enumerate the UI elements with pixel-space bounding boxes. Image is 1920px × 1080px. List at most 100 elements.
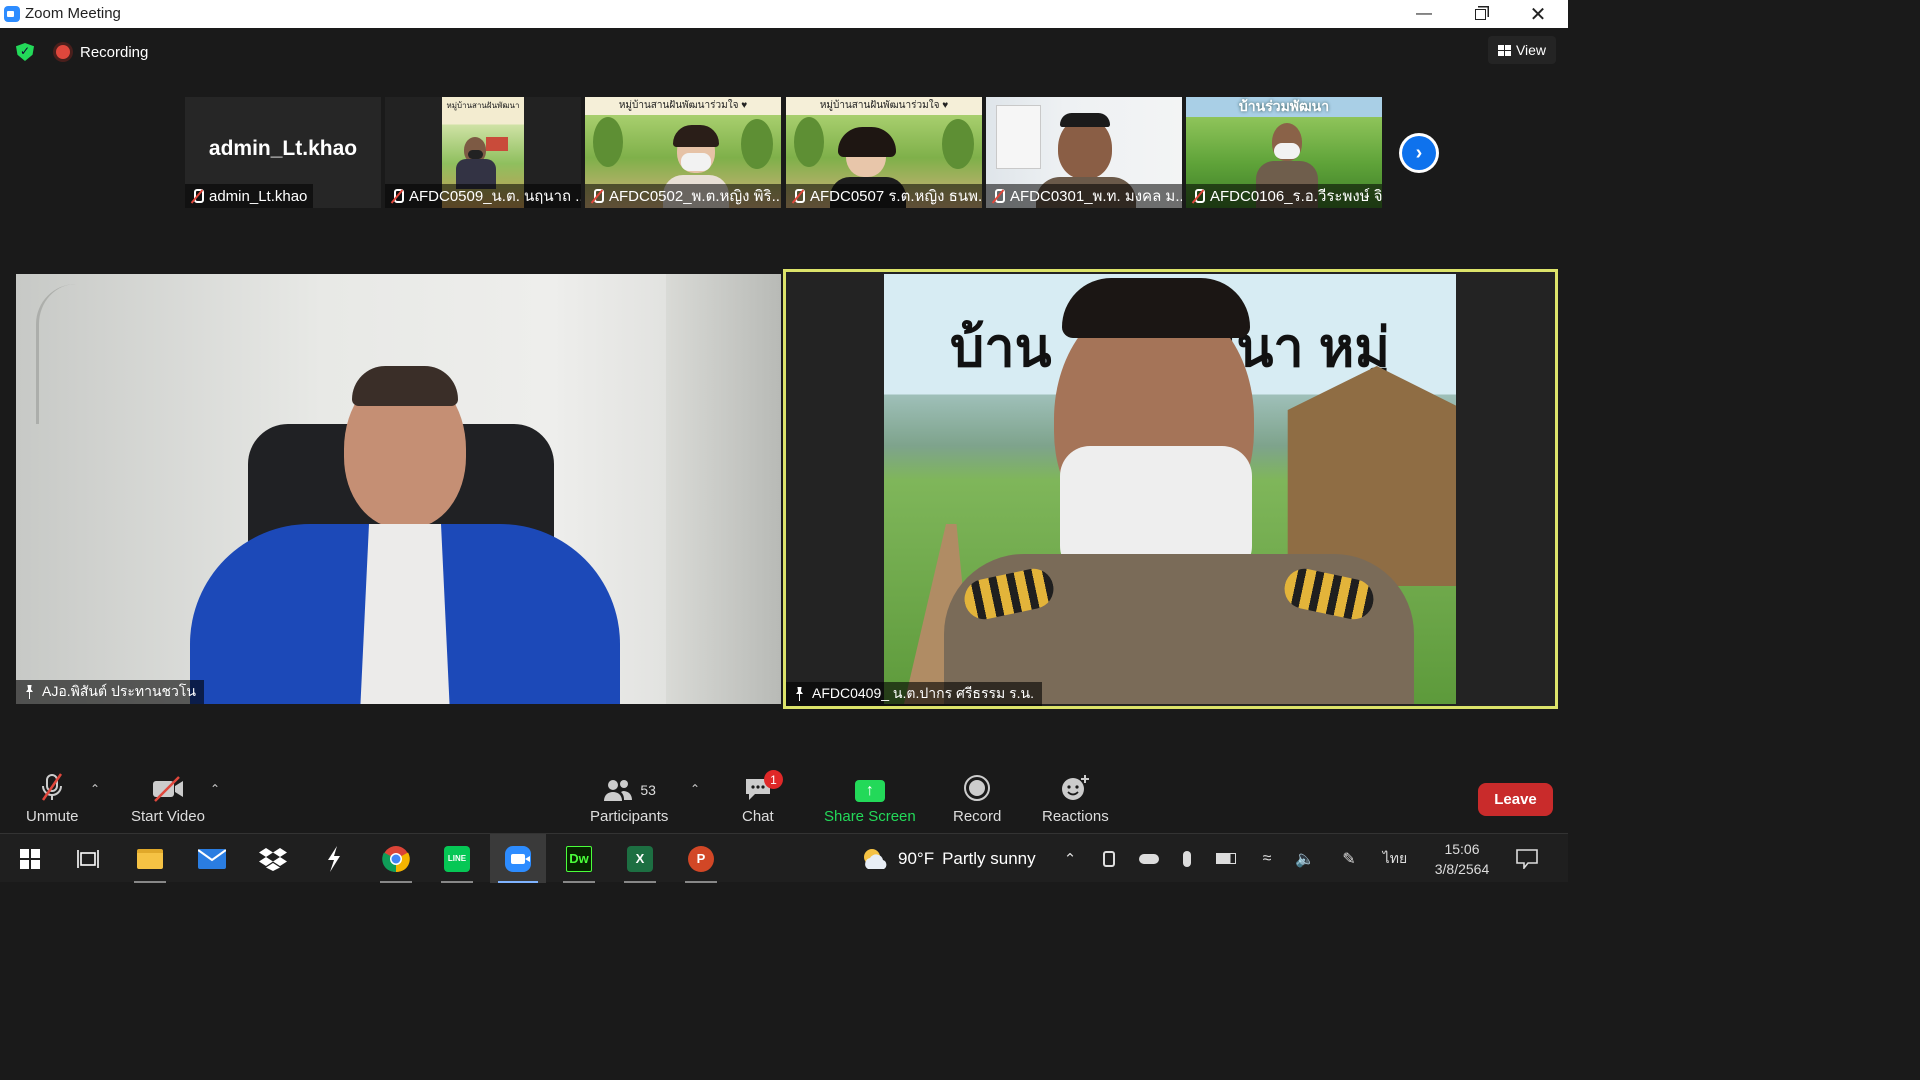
record-icon [963, 772, 991, 802]
input-language-label: ไทย [1382, 849, 1408, 866]
onedrive-cloud-icon [1139, 853, 1159, 864]
dreamweaver-button[interactable]: Dw [551, 834, 607, 883]
muted-mic-icon [391, 189, 404, 203]
clock-date: 3/8/2564 [1434, 860, 1490, 877]
powerpoint-button[interactable]: P [673, 834, 729, 883]
pin-icon [24, 685, 34, 699]
participant-thumbnail[interactable]: หมู่บ้านสานฝันพัฒนาร่วมใจ ♥ AFDC0502_พ.ต… [585, 97, 781, 208]
title-bar: Zoom Meeting — ✕ [0, 0, 1568, 28]
app-s-icon [328, 845, 340, 872]
next-page-button[interactable]: › [1399, 133, 1439, 173]
muted-mic-icon [37, 772, 67, 802]
volume-button[interactable]: 🔈 [1292, 834, 1318, 883]
weather-description: Partly sunny [942, 848, 1036, 868]
participants-options-caret[interactable]: ⌃ [690, 782, 700, 796]
participant-name-label: AFDC0106_ร.อ.วีระพงษ์ จิ... [1186, 184, 1382, 208]
dropbox-button[interactable] [245, 834, 301, 883]
clock-time: 15:06 [1444, 840, 1480, 857]
chevron-right-icon: › [1402, 136, 1436, 170]
video-options-caret[interactable]: ⌃ [210, 782, 220, 796]
camera-tray-button[interactable] [1096, 834, 1122, 883]
weather-widget[interactable]: 90°F Partly sunny [860, 834, 1045, 883]
restore-icon [1474, 8, 1486, 20]
task-view-button[interactable] [60, 834, 116, 883]
wifi-button[interactable]: ≈ [1254, 834, 1280, 883]
unmute-button[interactable]: Unmute [26, 772, 79, 825]
main-video-right-active-speaker[interactable]: บ้าน ร่วมนา หมู่ AFDC0409_ น.ต.ปากร ศรีธ… [783, 269, 1558, 709]
camera-in-use-icon [1103, 850, 1115, 867]
zoom-logo-icon [4, 6, 20, 22]
chrome-button[interactable] [368, 834, 424, 883]
participant-count: 53 [640, 782, 656, 798]
action-center-button[interactable] [1512, 834, 1542, 883]
task-view-icon [77, 849, 99, 868]
video-feed: บ้าน ร่วมนา หมู่ [884, 274, 1456, 704]
participant-thumbnail[interactable]: หมู่บ้านสานฝันพัฒนาร่วมใจ ♥ AFDC0507 ร.ต… [786, 97, 982, 208]
line-button[interactable]: LINE [429, 834, 485, 883]
close-button[interactable]: ✕ [1510, 0, 1566, 28]
recording-indicator-icon [56, 45, 70, 59]
participant-name-label: AFDC0409_ น.ต.ปากร ศรีธรรม ร.น. [786, 682, 1042, 706]
muted-mic-icon [992, 189, 1005, 203]
audio-options-caret[interactable]: ⌃ [90, 782, 100, 796]
participant-name-label: AFDC0502_พ.ต.หญิง พิริ... [585, 184, 781, 208]
participant-name-label: AFDC0301_พ.ท. มงคล ม... [986, 184, 1182, 208]
notification-icon [1516, 848, 1538, 869]
participant-thumbnail[interactable]: หมู่บ้านสานฝันพัฒนา AFDC0509_น.ต. นฤนาถ … [385, 97, 581, 208]
participant-thumbnail[interactable]: admin_Lt.khao admin_Lt.khao [185, 97, 381, 208]
muted-mic-icon [792, 189, 805, 203]
zoom-icon [505, 845, 531, 872]
windows-start-button[interactable] [2, 834, 58, 883]
muted-mic-icon [591, 189, 604, 203]
weather-temperature: 90°F [898, 848, 935, 868]
participant-thumbnail[interactable]: AFDC0301_พ.ท. มงคล ม... [986, 97, 1182, 208]
pen-icon: ✎ [1342, 850, 1356, 868]
app-s-button[interactable] [306, 834, 362, 883]
excel-button[interactable]: X [612, 834, 668, 883]
start-video-button[interactable]: Start Video [131, 772, 205, 825]
minimize-button[interactable]: — [1396, 0, 1452, 28]
chrome-icon [382, 845, 410, 872]
file-explorer-button[interactable] [122, 834, 178, 883]
show-hidden-icons-button[interactable]: ⌃ [1058, 834, 1082, 883]
muted-mic-icon [1192, 189, 1205, 203]
participant-display-name: admin_Lt.khao [208, 137, 358, 160]
partly-sunny-icon [864, 848, 887, 869]
excel-icon: X [627, 845, 653, 872]
battery-button[interactable] [1212, 834, 1240, 883]
leave-button[interactable]: Leave [1478, 783, 1553, 816]
pen-workspace-button[interactable]: ✎ [1336, 834, 1362, 883]
record-button[interactable]: Record [953, 772, 1001, 825]
gallery-grid-icon [1497, 44, 1511, 56]
restore-button[interactable] [1452, 0, 1508, 28]
window-title: Zoom Meeting [25, 5, 121, 22]
line-icon: LINE [444, 845, 470, 872]
microphone-tray-button[interactable] [1174, 834, 1200, 883]
pin-icon [794, 687, 804, 701]
windows-taskbar: LINE Dw X P 90°F Partly sunny ⌃ ≈ 🔈 ✎ ไท… [0, 833, 1568, 883]
input-language-button[interactable]: ไทย [1378, 834, 1412, 883]
powerpoint-icon: P [688, 845, 714, 872]
participant-thumbnail[interactable]: บ้านร่วมพัฒนา AFDC0106_ร.อ.วีระพงษ์ จิ..… [1186, 97, 1382, 208]
participants-button[interactable]: 53 Participants [590, 772, 668, 825]
share-screen-button[interactable]: ↑ Share Screen [824, 772, 916, 825]
recording-label[interactable]: Recording [80, 44, 148, 61]
clock[interactable]: 15:06 3/8/2564 [1420, 834, 1504, 883]
battery-icon [1216, 853, 1236, 864]
share-screen-icon: ↑ [854, 772, 885, 802]
onedrive-button[interactable] [1136, 834, 1162, 883]
meeting-toolbar: Unmute ⌃ Start Video ⌃ 53 Participants ⌃… [0, 760, 1568, 833]
minimize-icon: — [1416, 5, 1432, 22]
muted-mic-icon [191, 189, 204, 203]
view-button[interactable]: View [1488, 36, 1556, 64]
reactions-button[interactable]: Reactions [1042, 772, 1109, 825]
reactions-smiley-icon [1060, 772, 1090, 802]
mail-button[interactable] [184, 834, 240, 883]
mail-icon [198, 848, 226, 869]
main-video-left[interactable]: AJอ.พิสันต์ ประทานชวโน [16, 274, 781, 704]
participants-icon [604, 780, 633, 801]
wifi-icon: ≈ [1262, 849, 1272, 867]
dreamweaver-icon: Dw [566, 845, 592, 872]
participant-name-label: admin_Lt.khao [185, 184, 314, 208]
zoom-taskbar-button[interactable] [490, 834, 546, 883]
